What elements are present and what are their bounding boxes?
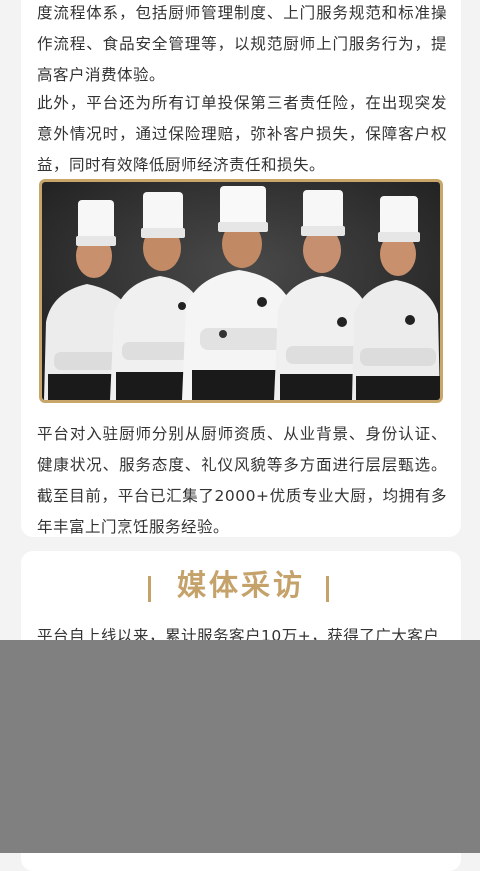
title-bar-right <box>326 576 329 602</box>
gray-overlay[interactable] <box>0 640 480 853</box>
chef-team-photo <box>39 179 443 403</box>
intro-paragraph-2: 此外，平台还为所有订单投保第三者责任险，在出现突发意外情况时，通过保险理赔，弥补… <box>37 94 447 174</box>
intro-card: 度流程体系，包括厨师管理制度、上门服务规范和标准操作流程、食品安全管理等，以规范… <box>21 0 461 537</box>
intro-paragraph-3: 平台对入驻厨师分别从厨师资质、从业背景、身份认证、健康状况、服务态度、礼仪风貌等… <box>37 425 447 536</box>
intro-paragraph-1: 度流程体系，包括厨师管理制度、上门服务规范和标准操作流程、食品安全管理等，以规范… <box>37 4 447 84</box>
section-title: 媒体采访 <box>176 568 305 602</box>
